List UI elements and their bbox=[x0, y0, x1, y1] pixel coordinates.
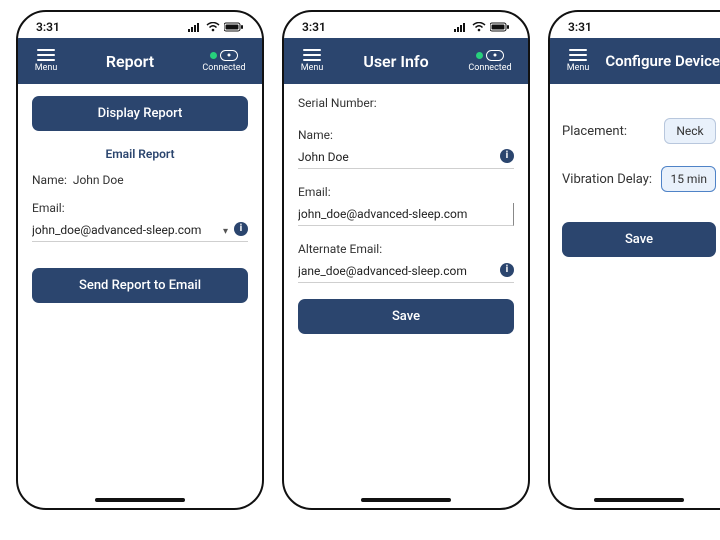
email-field[interactable] bbox=[32, 219, 248, 242]
page-title: User Info bbox=[363, 52, 428, 71]
alt-email-label: Alternate Email: bbox=[298, 242, 514, 256]
eye-icon bbox=[220, 50, 238, 61]
email-field[interactable] bbox=[298, 203, 514, 226]
home-indicator[interactable] bbox=[361, 498, 451, 502]
connected-label: Connected bbox=[468, 63, 511, 73]
app-header: Menu User Info Connected bbox=[284, 38, 528, 84]
email-report-section: Email Report bbox=[32, 147, 248, 161]
chevron-down-icon: ▾ bbox=[223, 226, 228, 237]
menu-label: Menu bbox=[567, 63, 590, 73]
phone-report: 3:31 Menu Report Connected Display Repor… bbox=[16, 10, 264, 510]
connected-label: Connected bbox=[202, 63, 245, 73]
app-header: Menu Configure Device bbox=[550, 38, 720, 84]
vibration-delay-label: Vibration Delay: bbox=[562, 172, 652, 187]
name-field[interactable] bbox=[298, 146, 514, 169]
signal-icon bbox=[188, 22, 202, 32]
connection-status[interactable]: Connected bbox=[460, 50, 520, 73]
alt-email-field[interactable] bbox=[298, 260, 514, 283]
save-button[interactable]: Save bbox=[298, 299, 514, 334]
placement-select[interactable]: Neck bbox=[664, 118, 716, 144]
app-header: Menu Report Connected bbox=[18, 38, 262, 84]
status-time: 3:31 bbox=[36, 20, 60, 34]
save-button[interactable]: Save bbox=[562, 222, 716, 257]
hamburger-icon bbox=[303, 49, 321, 61]
info-icon[interactable]: i bbox=[234, 222, 248, 236]
page-title: Configure Device bbox=[605, 52, 720, 70]
hamburger-icon bbox=[569, 49, 587, 61]
status-time: 3:31 bbox=[302, 20, 326, 34]
page-title: Report bbox=[106, 52, 154, 71]
status-icons bbox=[188, 22, 244, 32]
hamburger-icon bbox=[37, 49, 55, 61]
phone-userinfo: 3:31 Menu User Info Connected Serial Num… bbox=[282, 10, 530, 510]
status-dot-icon bbox=[476, 52, 483, 59]
menu-label: Menu bbox=[301, 63, 324, 73]
status-bar: 3:31 bbox=[18, 12, 262, 38]
status-bar: 3:31 bbox=[550, 12, 720, 38]
home-indicator[interactable] bbox=[95, 498, 185, 502]
wifi-icon bbox=[206, 22, 220, 32]
placement-label: Placement: bbox=[562, 124, 627, 139]
vibration-delay-select[interactable]: 15 min bbox=[661, 166, 716, 192]
email-dropdown[interactable]: ▾ i bbox=[32, 219, 248, 242]
menu-label: Menu bbox=[35, 63, 58, 73]
name-label: Name: bbox=[32, 173, 67, 187]
serial-label: Serial Number: bbox=[298, 96, 514, 110]
eye-icon bbox=[486, 50, 504, 61]
name-row: Name: John Doe bbox=[32, 173, 248, 187]
phone-configure: 3:31 Menu Configure Device Placement: Ne… bbox=[548, 10, 720, 510]
name-label: Name: bbox=[298, 128, 514, 142]
home-indicator[interactable] bbox=[594, 498, 684, 502]
email-label: Email: bbox=[32, 201, 248, 215]
name-value: John Doe bbox=[73, 173, 124, 187]
battery-icon bbox=[224, 22, 244, 32]
status-bar: 3:31 bbox=[284, 12, 528, 38]
info-icon[interactable]: i bbox=[500, 263, 514, 277]
status-time: 3:31 bbox=[568, 20, 592, 34]
connection-status[interactable]: Connected bbox=[194, 50, 254, 73]
status-icons bbox=[454, 22, 510, 32]
menu-button[interactable]: Menu bbox=[26, 49, 66, 73]
display-report-button[interactable]: Display Report bbox=[32, 96, 248, 131]
menu-button[interactable]: Menu bbox=[558, 49, 598, 73]
info-icon[interactable]: i bbox=[500, 149, 514, 163]
status-dot-icon bbox=[210, 52, 217, 59]
battery-icon bbox=[490, 22, 510, 32]
email-label: Email: bbox=[298, 185, 514, 199]
send-report-button[interactable]: Send Report to Email bbox=[32, 268, 248, 303]
menu-button[interactable]: Menu bbox=[292, 49, 332, 73]
signal-icon bbox=[454, 22, 468, 32]
wifi-icon bbox=[472, 22, 486, 32]
